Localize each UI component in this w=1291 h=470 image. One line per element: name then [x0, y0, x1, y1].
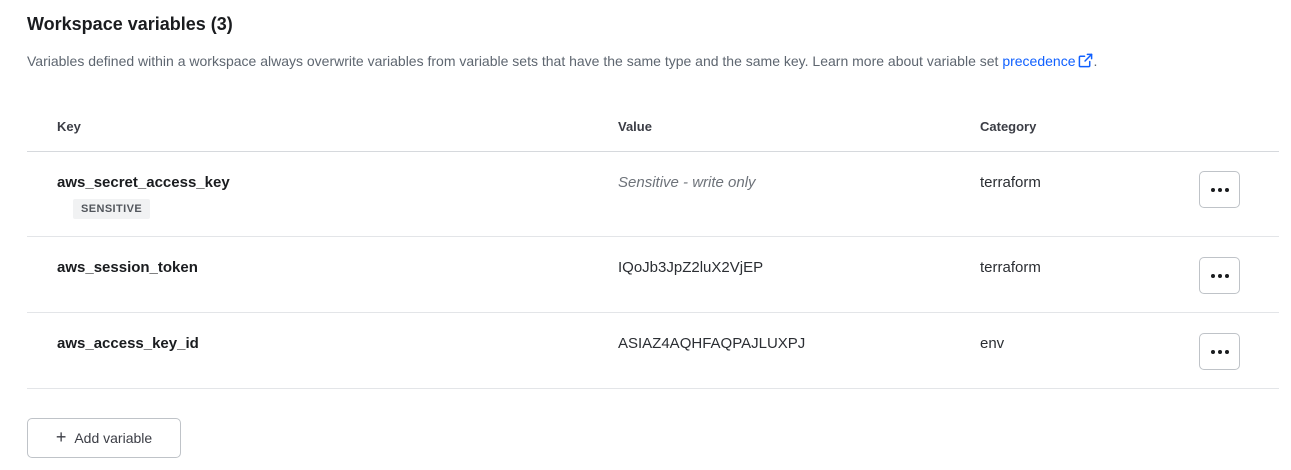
variable-key: aws_secret_access_key [57, 174, 230, 191]
variables-table: Key Value Category aws_secret_access_key… [27, 108, 1279, 389]
precedence-link[interactable]: precedence [1002, 53, 1093, 69]
variable-key: aws_access_key_id [57, 335, 199, 352]
section-title: Workspace variables (3) [27, 14, 233, 34]
header-value: Value [618, 119, 652, 134]
ellipsis-icon [1210, 187, 1229, 192]
sensitive-badge: SENSITIVE [73, 199, 151, 219]
section-description: Variables defined within a workspace alw… [27, 53, 1097, 69]
variable-value: Sensitive - write only [618, 174, 756, 191]
add-variable-label: Add variable [74, 430, 153, 446]
precedence-link-label: precedence [1002, 53, 1076, 69]
row-actions-button[interactable] [1199, 171, 1240, 208]
variable-category: terraform [980, 174, 1041, 191]
add-variable-button[interactable]: + Add variable [27, 418, 181, 458]
table-row: aws_session_token IQoJb3JpZ2luX2VjEP ter… [27, 237, 1279, 313]
ellipsis-icon [1210, 273, 1229, 278]
variable-key: aws_session_token [57, 259, 198, 276]
variable-value: ASIAZ4AQHFAQPAJLUXPJ [618, 335, 806, 352]
variable-value: IQoJb3JpZ2luX2VjEP [618, 259, 764, 276]
row-actions-button[interactable] [1199, 333, 1240, 370]
description-suffix: . [1093, 53, 1098, 69]
table-row: aws_access_key_id ASIAZ4AQHFAQPAJLUXPJ e… [27, 313, 1279, 389]
header-category: Category [980, 119, 1037, 134]
table-row: aws_secret_access_key SENSITIVE Sensitiv… [27, 152, 1279, 237]
table-header: Key Value Category [27, 108, 1279, 152]
variable-category: env [980, 335, 1005, 352]
ellipsis-icon [1210, 349, 1229, 354]
key-cell: aws_secret_access_key SENSITIVE [57, 174, 230, 219]
plus-icon: + [55, 427, 67, 447]
header-key: Key [57, 119, 81, 134]
variable-category: terraform [980, 259, 1041, 276]
description-text: Variables defined within a workspace alw… [27, 53, 1003, 69]
external-link-icon [1079, 53, 1093, 68]
row-actions-button[interactable] [1199, 257, 1240, 294]
